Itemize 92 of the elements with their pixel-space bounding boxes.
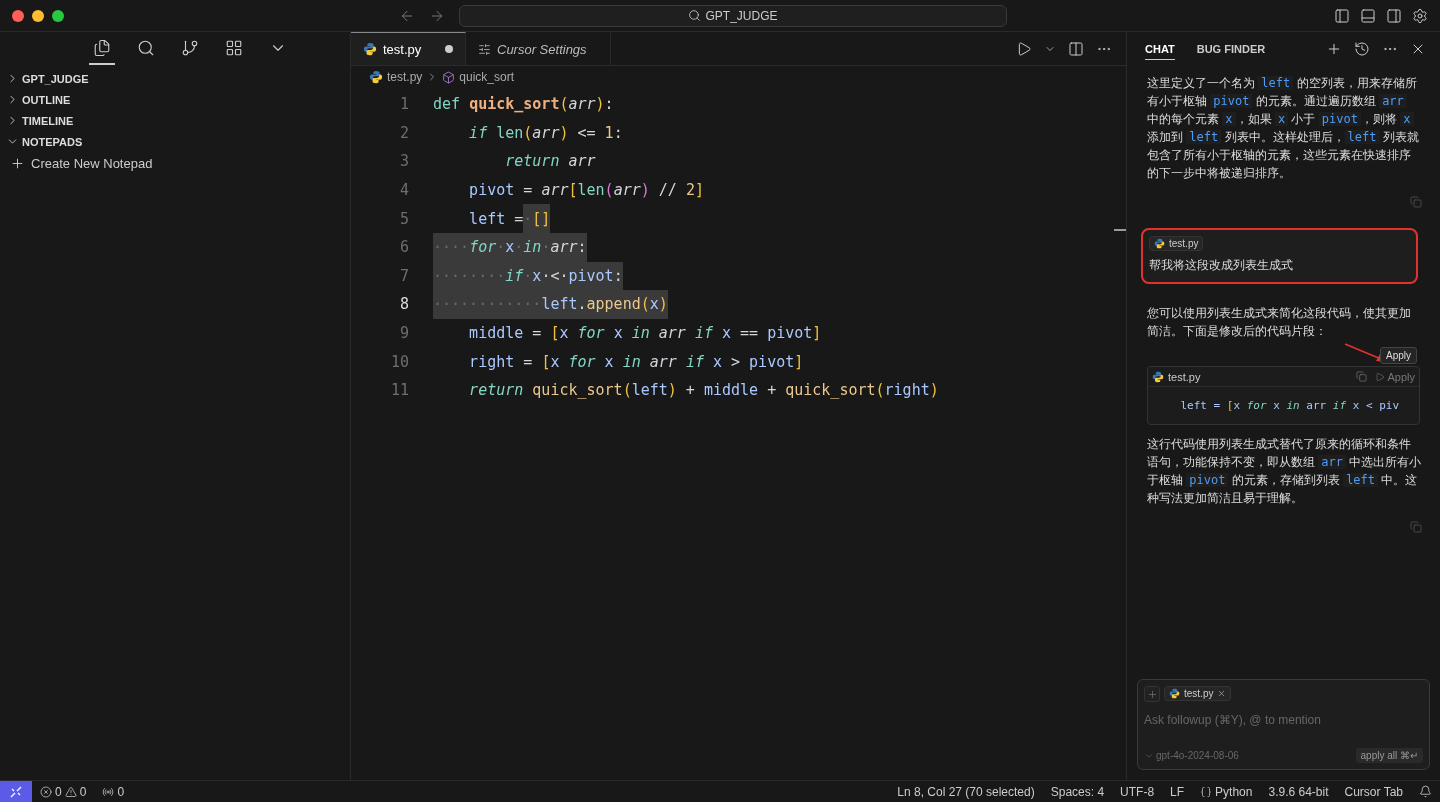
python-icon bbox=[363, 42, 377, 56]
sidebar-section[interactable]: GPT_JUDGE bbox=[0, 68, 350, 89]
line-number: 8 bbox=[398, 295, 409, 314]
scrollbar-marker bbox=[1114, 229, 1126, 231]
code-text: middle = [x for x in arr if x == pivot] bbox=[468, 324, 822, 343]
plus-icon bbox=[10, 155, 25, 171]
code-text: return quick_sort(left) + middle + quick_sort(right) bbox=[468, 381, 939, 400]
code-text: def quick_sort(arr): bbox=[433, 95, 614, 114]
line-number: 2 bbox=[398, 123, 409, 142]
chat-message: 您可以使用列表生成式来简化这段代码，使其更加简洁。下面是修改后的代码片段： bbox=[1146, 305, 1412, 340]
status-item[interactable]: LF bbox=[1162, 784, 1193, 799]
minimize-window-icon[interactable] bbox=[32, 9, 44, 22]
line-number: 10 bbox=[389, 352, 409, 371]
status-item[interactable]: UTF-8 bbox=[1112, 784, 1163, 799]
line-number: 4 bbox=[398, 181, 409, 200]
python-icon bbox=[1169, 688, 1180, 699]
search-icon[interactable] bbox=[137, 39, 155, 57]
error-icon bbox=[40, 785, 52, 798]
python-icon bbox=[1152, 370, 1164, 383]
apply-button[interactable]: Apply bbox=[1375, 370, 1415, 383]
python-icon bbox=[369, 70, 383, 84]
python-icon bbox=[1154, 238, 1165, 249]
files-icon[interactable] bbox=[93, 39, 111, 57]
code-text: left = [x for x in arr if x < piv bbox=[1179, 398, 1401, 414]
ports-status[interactable]: 0 bbox=[94, 784, 133, 799]
chat-message: 这行代码使用列表生成式替代了原来的循环和条件语句，功能保持不变，即从数组 arr 中选出所有小于枢轴 pivot 的元素，存储到列表 left 中。这种写法更加简洁且易于理解。 bbox=[1146, 436, 1423, 507]
line-number: 3 bbox=[398, 152, 409, 171]
language-status[interactable]: Python bbox=[1192, 784, 1261, 799]
status-item[interactable]: Ln 8, Col 27 (70 selected) bbox=[889, 784, 1043, 799]
apply-tooltip: Apply bbox=[1380, 347, 1417, 364]
broadcast-icon bbox=[102, 785, 115, 798]
remote-icon bbox=[10, 785, 22, 798]
line-number: 6 bbox=[398, 238, 409, 257]
selected-code: ············left.append(x) bbox=[433, 290, 668, 319]
editor-tab[interactable]: test.py bbox=[351, 32, 466, 65]
selected-code: ········if·x·<·pivot: bbox=[433, 261, 623, 291]
close-icon bbox=[1217, 689, 1227, 698]
cube-icon bbox=[442, 70, 456, 84]
panel-right-icon[interactable] bbox=[1386, 7, 1402, 24]
maximize-window-icon[interactable] bbox=[52, 9, 64, 22]
line-number: 5 bbox=[398, 209, 409, 228]
split-editor-icon[interactable] bbox=[1068, 40, 1084, 57]
panel-left-icon[interactable] bbox=[1334, 7, 1350, 24]
tab-label: Cursor Settings bbox=[497, 41, 587, 57]
extensions-icon[interactable] bbox=[225, 39, 243, 57]
status-item[interactable]: Cursor Tab bbox=[1336, 784, 1411, 799]
plus-icon[interactable] bbox=[1326, 41, 1342, 57]
sidebar-section[interactable]: TIMELINE bbox=[0, 110, 350, 131]
settings-icon[interactable] bbox=[1412, 7, 1428, 24]
warning-icon bbox=[64, 785, 77, 798]
chat-message: 这里定义了一个名为 left 的空列表，用来存储所有小于枢轴 pivot 的元素。通过遍历数组 arr 中的每个元素 x ，如果 x 小于 pivot ，则将 x 添加到 left 列表中。这样处理后， left 列表就包含了所有小于枢轴的元素，这些元素在快速排序的下一步中将被递归排序。 bbox=[1146, 75, 1420, 182]
line-number: 9 bbox=[398, 324, 409, 343]
sidebar-section[interactable]: NOTEPADS bbox=[0, 131, 350, 152]
add-context-button[interactable] bbox=[1144, 686, 1160, 702]
panel-bottom-icon[interactable] bbox=[1360, 7, 1376, 24]
status-item[interactable]: Spaces: 4 bbox=[1042, 784, 1113, 799]
close-window-icon[interactable] bbox=[12, 9, 24, 22]
code-text: left = bbox=[468, 209, 524, 228]
bell-icon bbox=[1419, 785, 1432, 798]
braces-icon bbox=[1200, 785, 1213, 798]
apply-all-button[interactable]: apply all ⌘↵ bbox=[1355, 748, 1423, 763]
line-number: 1 bbox=[398, 95, 409, 114]
plus-icon bbox=[1146, 688, 1158, 700]
selected-code: ·[] bbox=[523, 204, 551, 233]
status-item[interactable]: 3.9.6 64-bit bbox=[1260, 784, 1337, 799]
selected-code: ····for·x·in·arr: bbox=[433, 232, 587, 262]
create-notepad-button[interactable]: Create New Notepad bbox=[0, 152, 350, 174]
chat-tab[interactable]: BUG FINDER bbox=[1196, 38, 1266, 60]
breadcrumb-file[interactable]: test.py bbox=[387, 70, 423, 84]
search-field[interactable]: GPT_JUDGE bbox=[459, 4, 1007, 27]
line-number: 7 bbox=[398, 266, 409, 285]
search-icon bbox=[688, 9, 702, 22]
code-text: right = [x for x in arr if x > pivot] bbox=[468, 352, 804, 371]
sliders-icon bbox=[478, 42, 491, 56]
user-message-text: 帮我将这段改成列表生成式 bbox=[1149, 257, 1294, 274]
code-text: return arr bbox=[504, 152, 596, 171]
play-icon bbox=[1375, 371, 1386, 382]
code-text: if len(arr) <= 1: bbox=[468, 123, 623, 142]
problems-status[interactable]: 0 0 bbox=[32, 784, 95, 799]
code-text: pivot = arr[len(arr) // 2] bbox=[468, 181, 704, 200]
breadcrumb-symbol[interactable]: quick_sort bbox=[459, 70, 515, 84]
code-file-name: test.py bbox=[1168, 370, 1201, 383]
sidebar-section[interactable]: OUTLINE bbox=[0, 89, 350, 110]
line-number: 11 bbox=[389, 381, 409, 400]
branch-icon[interactable] bbox=[181, 39, 199, 57]
run-icon[interactable] bbox=[1016, 40, 1032, 57]
file-chip[interactable]: test.py bbox=[1149, 236, 1204, 251]
tab-label: test.py bbox=[383, 41, 422, 57]
chat-tab[interactable]: CHAT bbox=[1145, 38, 1175, 60]
history-icon[interactable] bbox=[1354, 41, 1370, 57]
file-chip[interactable]: test.py bbox=[1164, 686, 1232, 701]
chat-input-box[interactable]: test.py Ask followup (⌘Y), @ to mention gpt-4o-2024-08-06 apply all ⌘↵ bbox=[1137, 679, 1430, 770]
